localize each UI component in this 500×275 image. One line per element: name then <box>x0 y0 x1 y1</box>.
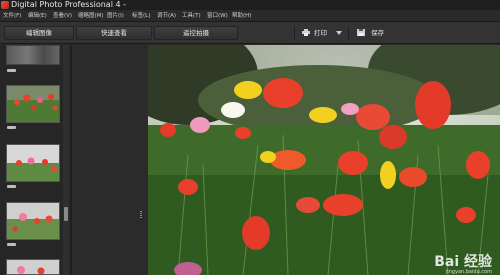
menu-window[interactable]: 窗口(W) <box>207 10 228 22</box>
menu-view[interactable]: 查看(V) <box>53 10 72 22</box>
thumbnail-image <box>7 260 59 274</box>
menu-bar: 文件(F) 编辑(E) 查看(V) 缩略图(M) 图片(I) 标签(L) 调节(… <box>0 10 500 22</box>
save-button[interactable]: 保存 <box>371 26 384 40</box>
splitter-grip[interactable] <box>140 211 142 219</box>
toolbar-divider <box>348 26 349 40</box>
watermark-url: jingyan.baidu.com <box>445 269 492 275</box>
panel-splitter <box>72 45 148 275</box>
printer-icon[interactable] <box>302 29 310 36</box>
save-icon[interactable] <box>357 29 365 36</box>
watermark-brand: Bai 经验 <box>434 254 492 270</box>
preview-image <box>148 45 500 275</box>
menu-thumbnail[interactable]: 缩略图(M) <box>78 10 104 22</box>
toolbar: 编辑图像 快速查看 遥控拍摄 打印 保存 <box>0 22 500 44</box>
thumbnail-scrollbar[interactable] <box>63 45 69 275</box>
toolbar-divider <box>294 26 295 40</box>
chevron-down-icon[interactable] <box>336 31 342 35</box>
rating-badge <box>7 243 16 246</box>
menu-edit[interactable]: 编辑(E) <box>28 10 47 22</box>
thumbnail-panel <box>0 45 72 275</box>
thumbnail[interactable] <box>6 259 60 275</box>
image-preview[interactable]: Bai 经验 jingyan.baidu.com <box>148 45 500 275</box>
window-title: Digital Photo Professional 4 - <box>11 0 126 9</box>
menu-adjust[interactable]: 调节(A) <box>157 10 176 22</box>
menu-tools[interactable]: 工具(T) <box>182 10 201 22</box>
menu-file[interactable]: 文件(F) <box>3 10 21 22</box>
rating-badge <box>7 69 16 72</box>
scrollbar-thumb[interactable] <box>64 207 68 221</box>
thumbnail-image <box>7 203 59 239</box>
thumbnail[interactable] <box>6 45 60 65</box>
title-bar: Digital Photo Professional 4 - <box>0 0 500 10</box>
menu-help[interactable]: 帮助(H) <box>232 10 251 22</box>
print-button[interactable]: 打印 <box>314 26 327 40</box>
thumbnail-image <box>7 145 59 181</box>
app-icon <box>1 1 9 9</box>
thumbnail[interactable] <box>6 202 60 240</box>
thumbnail-selected[interactable] <box>6 85 60 123</box>
thumbnail[interactable] <box>6 144 60 182</box>
thumbnail-image <box>7 86 59 122</box>
menu-image[interactable]: 图片(I) <box>107 10 124 22</box>
menu-label[interactable]: 标签(L) <box>132 10 150 22</box>
rating-badge <box>7 185 16 188</box>
rating-badge <box>7 126 16 129</box>
quick-check-button[interactable]: 快速查看 <box>76 26 152 40</box>
edit-image-button[interactable]: 编辑图像 <box>4 26 74 40</box>
remote-shooting-button[interactable]: 遥控拍摄 <box>154 26 238 40</box>
